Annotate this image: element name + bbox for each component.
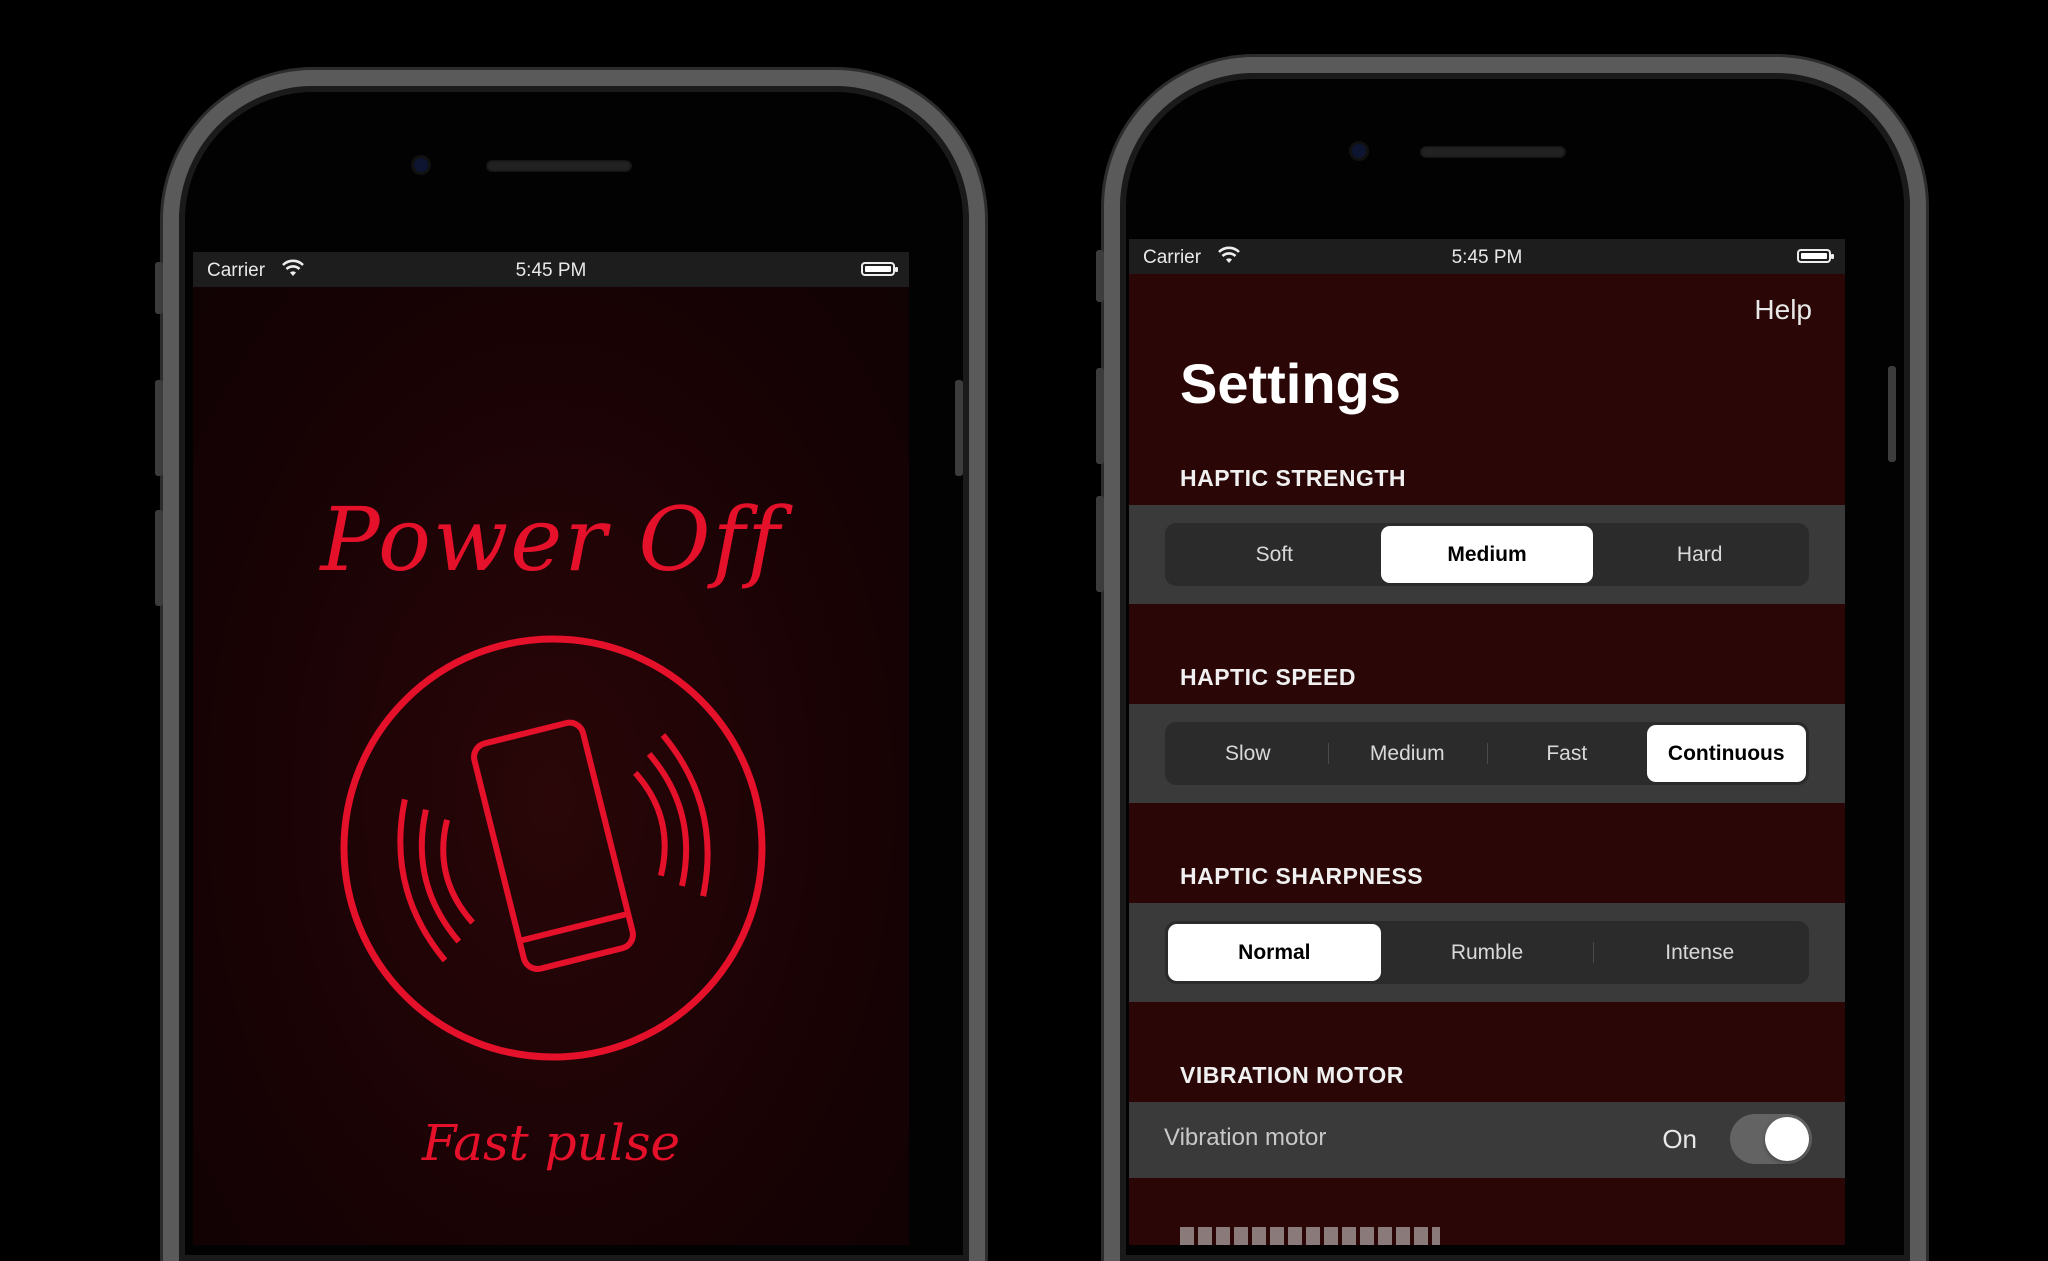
section-header-haptic-speed: HAPTIC SPEED bbox=[1180, 664, 1356, 690]
partially-visible-section-header bbox=[1180, 1227, 1440, 1245]
status-time: 5:45 PM bbox=[515, 260, 587, 281]
volume-up-left bbox=[155, 380, 163, 476]
volume-down-left bbox=[155, 510, 163, 606]
segment-medium[interactable]: Medium bbox=[1380, 526, 1594, 583]
phone-vibrating-icon[interactable] bbox=[335, 630, 771, 1066]
section-header-haptic-strength: HAPTIC STRENGTH bbox=[1180, 465, 1406, 491]
front-camera-left bbox=[414, 158, 428, 172]
power-off-screen: Carrier 5:45 PM Power Off Fast pulse bbox=[193, 252, 909, 1245]
segment-continuous[interactable]: Continuous bbox=[1646, 725, 1806, 782]
haptic-speed-panel: Slow Medium Fast Continuous bbox=[1129, 704, 1845, 803]
power-button-left bbox=[955, 380, 963, 476]
vibration-motor-label: Vibration motor bbox=[1164, 1124, 1327, 1151]
section-header-vibration-motor: VIBRATION MOTOR bbox=[1180, 1062, 1404, 1088]
segment-soft[interactable]: Soft bbox=[1168, 526, 1381, 583]
status-bar: Carrier 5:45 PM bbox=[1129, 239, 1845, 274]
segment-hard[interactable]: Hard bbox=[1593, 526, 1806, 583]
segment-rumble[interactable]: Rumble bbox=[1381, 924, 1594, 981]
pulse-mode-label: Fast pulse bbox=[421, 1114, 681, 1172]
vibration-motor-value: On bbox=[1662, 1124, 1697, 1154]
power-off-title: Power Off bbox=[320, 488, 782, 591]
volume-up-right bbox=[1096, 368, 1104, 464]
haptic-strength-panel: Soft Medium Hard bbox=[1129, 505, 1845, 604]
status-bar: Carrier 5:45 PM bbox=[193, 252, 909, 287]
haptic-speed-segmented-control: Slow Medium Fast Continuous bbox=[1165, 722, 1809, 785]
battery-icon bbox=[861, 262, 898, 276]
haptic-sharpness-segmented-control: Normal Rumble Intense bbox=[1165, 921, 1809, 984]
section-header-haptic-sharpness: HAPTIC SHARPNESS bbox=[1180, 863, 1424, 889]
front-camera-right bbox=[1352, 144, 1366, 158]
haptic-strength-segmented-control: Soft Medium Hard bbox=[1165, 523, 1809, 586]
mute-switch-left bbox=[155, 262, 163, 314]
help-button[interactable]: Help bbox=[1754, 294, 1812, 326]
earpiece-left bbox=[486, 160, 632, 172]
segment-medium[interactable]: Medium bbox=[1327, 725, 1488, 782]
segment-intense[interactable]: Intense bbox=[1593, 924, 1806, 981]
toggle-knob bbox=[1765, 1117, 1809, 1161]
earpiece-right bbox=[1420, 146, 1566, 158]
vibration-motor-toggle[interactable] bbox=[1730, 1114, 1812, 1164]
segment-slow[interactable]: Slow bbox=[1168, 725, 1328, 782]
haptic-sharpness-panel: Normal Rumble Intense bbox=[1129, 903, 1845, 1002]
segment-normal[interactable]: Normal bbox=[1168, 924, 1381, 981]
vibration-motor-row: Vibration motor On bbox=[1129, 1102, 1845, 1178]
power-button-right bbox=[1888, 366, 1896, 462]
settings-screen: Carrier 5:45 PM Help Settings HAPTIC STR… bbox=[1129, 239, 1845, 1245]
status-time: 5:45 PM bbox=[1451, 247, 1523, 268]
volume-down-right bbox=[1096, 496, 1104, 592]
page-title: Settings bbox=[1180, 352, 1401, 415]
battery-icon bbox=[1797, 249, 1834, 263]
segment-fast[interactable]: Fast bbox=[1487, 725, 1647, 782]
mute-switch-right bbox=[1096, 250, 1104, 302]
